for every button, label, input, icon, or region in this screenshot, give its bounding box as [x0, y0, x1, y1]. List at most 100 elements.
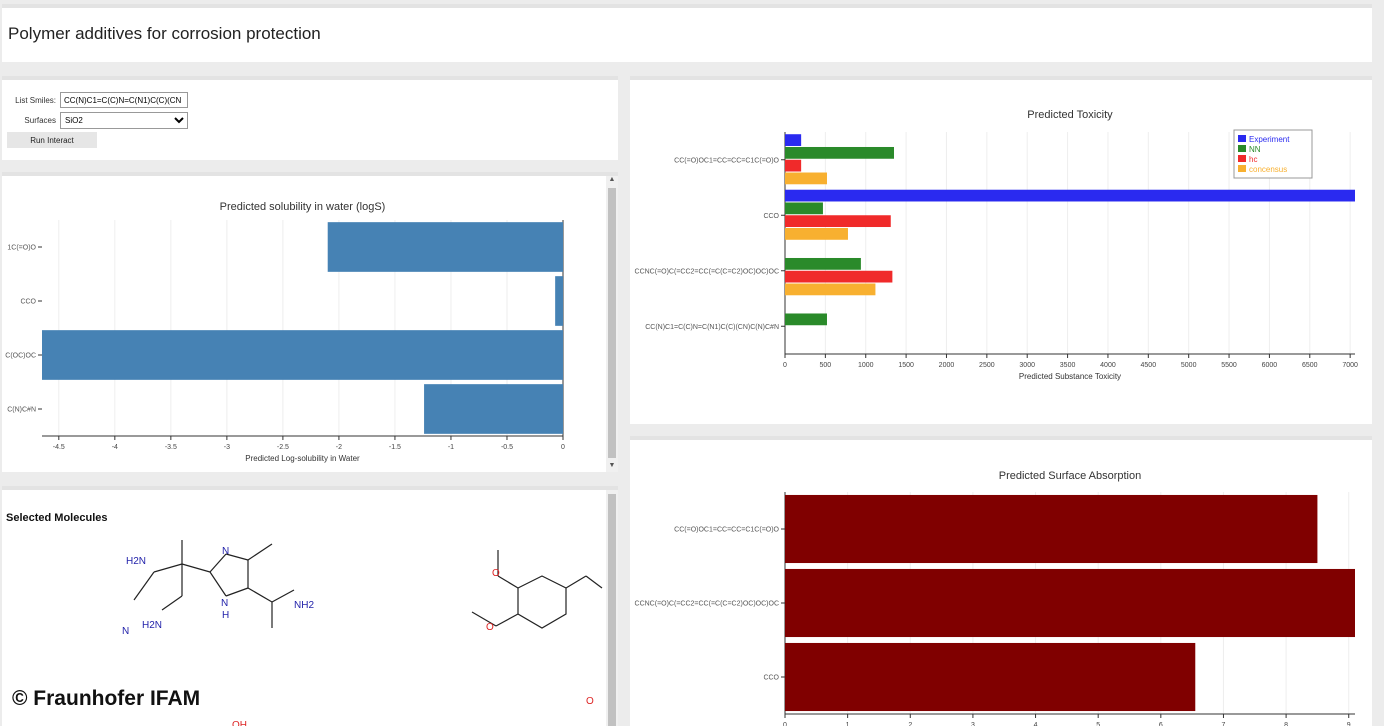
x-tick-label: 3500 — [1060, 362, 1076, 369]
molecule-atom-labels: H2N N N NH2 H2N N H — [122, 546, 314, 637]
chart-title: Predicted Toxicity — [1027, 109, 1113, 121]
legend-label: hc — [1249, 155, 1257, 164]
x-tick-label: 5 — [1096, 722, 1100, 726]
legend-label: Experiment — [1249, 135, 1290, 144]
y-tick-label: C(N)C#N — [7, 407, 36, 414]
x-tick-label: -4 — [112, 444, 118, 451]
page-title: Polymer additives for corrosion protecti… — [8, 24, 321, 43]
bar-hc — [785, 159, 802, 172]
y-tick-label: CC(N)C1=C(C)N=C(N1)C(C)(CN)C(N)C#N — [645, 324, 779, 331]
molecules-scrollbar[interactable] — [606, 490, 618, 726]
bar — [424, 384, 563, 434]
atom-label: N — [222, 546, 229, 557]
legend-swatch — [1238, 165, 1246, 172]
x-tick-label: 5500 — [1221, 362, 1237, 369]
bar-experiment — [785, 134, 802, 146]
bar-concensus — [785, 283, 876, 296]
legend-swatch — [1238, 145, 1246, 152]
chart-title: Predicted solubility in water (logS) — [220, 201, 386, 213]
run-interact-button[interactable]: Run Interact — [7, 132, 97, 148]
y-tick-label: CCNC(=O)C(=CC2=CC(=C(C=C2)OC)OC)OC — [635, 601, 779, 608]
bar-concensus — [785, 172, 827, 185]
x-tick-label: 5000 — [1181, 362, 1197, 369]
solubility-chart: Predicted solubility in water (logS) -4.5… — [5, 201, 565, 463]
x-tick-label: 3000 — [1019, 362, 1035, 369]
atom-label: H — [222, 610, 229, 621]
bar — [327, 222, 563, 272]
bar-nn — [785, 202, 823, 215]
bar-hc — [785, 270, 893, 283]
x-tick-label: 6000 — [1262, 362, 1278, 369]
atom-label: H2N — [142, 620, 162, 631]
bar-nn — [785, 257, 861, 270]
toxicity-chart-panel: Predicted Toxicity 0 500 1000 1500 2000 2500 30… — [630, 76, 1372, 424]
smiles-input[interactable] — [60, 92, 188, 108]
molecule-oxygen-labels: O O O OH — [232, 568, 594, 726]
x-tick-label: 0 — [561, 444, 565, 451]
x-tick-label: -1.5 — [389, 444, 401, 451]
x-tick-label: -4.5 — [53, 444, 65, 451]
x-tick-label: -2.5 — [277, 444, 289, 451]
x-tick-label: 0 — [783, 362, 787, 369]
atom-label: H2N — [126, 556, 146, 567]
y-tick-label: CCO — [763, 675, 779, 682]
atom-label: N — [122, 626, 129, 637]
y-tick-label: CCNC(=O)C(=CC2=CC(=C(C=C2)OC)OC)OC — [635, 268, 779, 275]
surface-select[interactable]: SiO2 — [60, 112, 188, 129]
scroll-down-arrow[interactable]: ▼ — [607, 462, 617, 469]
x-tick-label: 4000 — [1100, 362, 1116, 369]
x-tick-label: -0.5 — [501, 444, 513, 451]
surface-chart-panel: Predicted Surface Absorption 0 1 2 3 4 5 6 7 8 9 CC… — [630, 436, 1372, 726]
atom-label: O — [586, 696, 594, 707]
x-tick-label: 1000 — [858, 362, 874, 369]
bar-nn — [785, 146, 894, 159]
x-tick-label: 9 — [1347, 722, 1351, 726]
atom-label: N — [221, 598, 228, 609]
x-tick-label: -3.5 — [165, 444, 177, 451]
surface-absorption-chart: Predicted Surface Absorption 0 1 2 3 4 5 6 7 8 9 CC… — [635, 470, 1355, 726]
y-tick-label: CCO — [20, 299, 36, 306]
legend-swatch — [1238, 135, 1246, 142]
molecule-1-bonds — [133, 540, 295, 628]
legend-label: NN — [1249, 145, 1261, 154]
x-tick-label: 3 — [971, 722, 975, 726]
molecule-2-bonds — [471, 550, 603, 629]
solubility-chart-panel: Predicted solubility in water (logS) -4.5… — [2, 172, 618, 472]
x-tick-label: 2 — [908, 722, 912, 726]
copyright-watermark: © Fraunhofer IFAM — [12, 687, 201, 710]
legend-swatch — [1238, 155, 1246, 162]
x-tick-label: 1 — [846, 722, 850, 726]
x-tick-label: 0 — [783, 722, 787, 726]
legend-label: concensus — [1249, 165, 1287, 174]
y-tick-label: 1C(=O)O — [7, 245, 36, 252]
x-tick-label: 4500 — [1141, 362, 1157, 369]
x-tick-label: 7 — [1222, 722, 1226, 726]
atom-label: NH2 — [294, 600, 314, 611]
toxicity-chart: Predicted Toxicity 0 500 1000 1500 2000 2500 30… — [635, 109, 1359, 381]
atom-label: OH — [232, 720, 247, 726]
x-tick-label: 7000 — [1342, 362, 1358, 369]
x-tick-label: -2 — [336, 444, 342, 451]
surfaces-label: Surfaces — [24, 116, 56, 125]
bar-experiment — [785, 189, 1355, 202]
x-tick-label: 2500 — [979, 362, 995, 369]
y-tick-label: C(OC)OC — [5, 353, 36, 360]
header-panel: Polymer additives for corrosion protecti… — [2, 4, 1372, 62]
bar — [42, 330, 563, 380]
atom-label: O — [492, 568, 500, 579]
input-form-panel: List Smiles: Surfaces SiO2 Run Interact — [2, 76, 618, 160]
scroll-thumb[interactable] — [608, 188, 616, 458]
x-tick-label: 8 — [1284, 722, 1288, 726]
solubility-scrollbar[interactable]: ▲ ▼ — [606, 176, 618, 472]
bar-hc — [785, 215, 891, 228]
bar — [785, 568, 1355, 638]
x-tick-label: -3 — [224, 444, 230, 451]
scroll-up-arrow[interactable]: ▲ — [607, 176, 617, 183]
scroll-thumb[interactable] — [608, 494, 616, 726]
x-tick-label: -1 — [448, 444, 454, 451]
y-tick-label: CC(=O)OC1=CC=CC=C1C(=O)O — [674, 157, 779, 164]
x-axis-label: Predicted Log-solubility in Water — [245, 454, 360, 463]
x-tick-label: 4 — [1034, 722, 1038, 726]
y-tick-label: CC(=O)OC1=CC=CC=C1C(=O)O — [674, 527, 779, 534]
bar-concensus — [785, 228, 848, 240]
